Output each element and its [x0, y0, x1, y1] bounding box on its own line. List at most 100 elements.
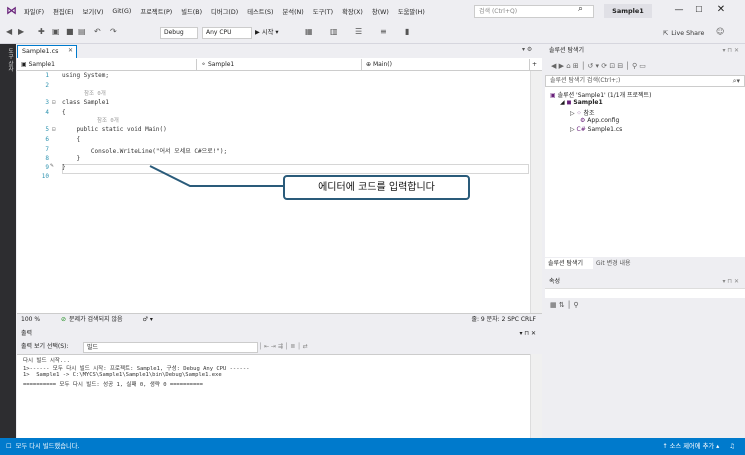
issues-status[interactable]: 문제가 검색되지 않음: [69, 314, 123, 325]
method-reference-count[interactable]: 참조 0개: [97, 116, 119, 124]
forward-icon[interactable]: ▶: [18, 27, 24, 36]
comment-icon[interactable]: ≡: [380, 27, 387, 36]
code-line[interactable]: public static void Main(): [62, 126, 166, 133]
se-toolbar-icons[interactable]: ◀ ▶ ⌂ ⊞ │ ↺ ▾ ⟳ ⊡ ⊟ │ ⚲ ▭: [551, 62, 646, 70]
search-icon[interactable]: ⌕: [578, 4, 590, 17]
platform-select[interactable]: Any CPU: [202, 27, 252, 39]
collapse-class-icon[interactable]: ⊟: [52, 99, 56, 106]
format-icon[interactable]: ☰: [355, 27, 362, 36]
undo-icon[interactable]: ↶: [94, 27, 101, 36]
code-line[interactable]: }: [62, 164, 66, 171]
line-number: 7: [45, 146, 49, 153]
output-toolbar-icons[interactable]: │ ⇤ ⇥ ⇶ │ ≣ │ ⇄: [258, 340, 307, 354]
tree-item[interactable]: ▣ 솔루션 'Sample1' (1/1개 프로젝트): [550, 90, 651, 99]
live-share-icon: ⇱: [663, 29, 669, 37]
properties-controls[interactable]: ▾ ⊓ ✕: [722, 275, 739, 288]
minimize-button[interactable]: —: [672, 3, 686, 17]
menu-item[interactable]: Git(G): [112, 8, 131, 15]
output-line: 1> Sample1 -> C:\MYCS\Sample1\Sample1\bi…: [23, 372, 222, 378]
code-line[interactable]: Console.WriteLine("어서 오세요 C#으로!");: [62, 146, 227, 155]
solution-explorer-header: 솔루션 탐색기 ▾ ⊓ ✕: [545, 44, 745, 57]
split-icon[interactable]: +: [530, 59, 542, 70]
tab-git-changes[interactable]: Git 변경 내용: [596, 258, 666, 269]
menu-item[interactable]: 도구(T): [313, 7, 333, 16]
se-search-icon[interactable]: ⌕▾: [733, 76, 740, 86]
configuration-select[interactable]: Debug: [160, 27, 198, 39]
tree-item[interactable]: ▷ C# Sample1.cs: [570, 126, 622, 133]
step-icon[interactable]: ▥: [330, 27, 338, 36]
output-panel-header: 출력 ▾ ⊓ ✕: [17, 327, 542, 340]
feedback-icon[interactable]: ☺: [716, 27, 724, 36]
git-icon[interactable]: ♂ ▾: [143, 314, 153, 325]
document-tab-bar: [17, 44, 542, 58]
menu-item[interactable]: 편집(E): [53, 7, 73, 16]
collapse-method-icon[interactable]: ⊟: [52, 126, 56, 133]
save-icon[interactable]: ■: [66, 27, 74, 36]
tab-solution-explorer[interactable]: 솔루션 탐색기: [545, 258, 593, 269]
menu-items: 파일(F) 편집(E) 보기(V) Git(G) 프로젝트(P) 빌드(B) 디버그(D) 테…: [24, 0, 425, 22]
start-debug-button[interactable]: ▶ 시작 ▾: [255, 26, 295, 40]
solution-explorer-search-input[interactable]: 솔루션 탐색기 검색(Ctrl+;) ⌕▾: [545, 75, 745, 87]
output-panel-controls[interactable]: ▾ ⊓ ✕: [519, 327, 536, 340]
save-all-icon[interactable]: ▤: [78, 27, 86, 36]
line-number: 9: [45, 164, 49, 171]
tree-item[interactable]: ◢ ◼ Sample1: [560, 99, 603, 106]
tree-item-label: Sample1: [573, 99, 603, 106]
callout-label: 에디터에 코드를 입력합니다: [283, 175, 470, 200]
current-line-highlight: [62, 164, 529, 174]
open-icon[interactable]: ▣: [52, 27, 60, 36]
no-issues-icon: ⊘: [61, 316, 67, 323]
solution-explorer-toolbar: ◀ ▶ ⌂ ⊞ │ ↺ ▾ ⟳ ⊡ ⊟ │ ⚲ ▭: [545, 57, 745, 74]
menu-item[interactable]: 테스트(S): [247, 7, 273, 16]
live-share-button[interactable]: ⇱ Live Share: [663, 27, 709, 39]
class-reference-count[interactable]: 참조 0개: [84, 89, 106, 97]
menu-item[interactable]: 분석(N): [283, 7, 304, 16]
menu-item[interactable]: 프로젝트(P): [140, 7, 172, 16]
menu-item[interactable]: 도움말(H): [398, 7, 425, 16]
editor-vertical-scrollbar[interactable]: [530, 71, 542, 313]
search-input[interactable]: 검색 (Ctrl+Q): [474, 5, 594, 18]
properties-object-select[interactable]: [545, 288, 745, 298]
bookmark-icon[interactable]: ▮: [405, 27, 409, 36]
close-button[interactable]: ✕: [714, 3, 728, 17]
tree-item[interactable]: ▷ ⁘ 참조: [570, 108, 595, 117]
code-line[interactable]: }: [62, 155, 80, 162]
project-nav-select[interactable]: ▣ Sample1: [17, 59, 197, 70]
menu-item[interactable]: 보기(V): [83, 7, 104, 16]
se-search-placeholder: 솔루션 탐색기 검색(Ctrl+;): [550, 77, 621, 84]
debug-tools-icon[interactable]: ▦: [305, 27, 313, 36]
menu-item[interactable]: 디버그(D): [211, 7, 238, 16]
live-share-label: Live Share: [671, 29, 705, 37]
code-line[interactable]: {: [62, 136, 80, 143]
output-source-label: 출력 보기 선택(S):: [21, 343, 69, 350]
zoom-level[interactable]: 100 %: [21, 314, 51, 325]
tree-node-icon: ▣: [550, 92, 558, 99]
tab-overflow-icon[interactable]: ▾ ⚙: [522, 46, 540, 56]
code-line[interactable]: {: [62, 109, 66, 116]
code-line[interactable]: using System;: [62, 72, 109, 79]
new-project-icon[interactable]: ✚: [38, 27, 45, 36]
properties-toolbar-icons[interactable]: ▦ ⇅ │ ⚲: [550, 301, 579, 309]
redo-icon[interactable]: ↷: [110, 27, 117, 36]
menu-item[interactable]: 창(W): [372, 7, 389, 16]
line-number: 4: [45, 109, 49, 116]
notifications-icon[interactable]: ♫: [729, 438, 735, 455]
tab-close-icon[interactable]: ✕: [68, 45, 76, 58]
solution-explorer-controls[interactable]: ▾ ⊓ ✕: [722, 44, 739, 57]
toolbox-tab[interactable]: 도구 상자: [2, 48, 14, 108]
class-nav-select[interactable]: ⚬ Sample1: [197, 59, 362, 70]
output-source-select[interactable]: 빌드: [83, 342, 258, 353]
add-source-control-button[interactable]: ↑ 소스 제어에 추가 ▴: [662, 438, 719, 455]
edit-pen-icon: ✎: [50, 162, 54, 169]
method-icon: ⊕: [366, 61, 373, 68]
back-icon[interactable]: ◀: [6, 27, 12, 36]
maximize-button[interactable]: ☐: [692, 3, 706, 17]
menu-item[interactable]: 확장(X): [342, 7, 363, 16]
menu-item[interactable]: 빌드(B): [181, 7, 202, 16]
tree-item[interactable]: ⚙ App.config: [580, 117, 619, 124]
menu-item[interactable]: 파일(F): [24, 7, 44, 16]
member-nav-select[interactable]: ⊕ Main(): [362, 59, 530, 70]
code-line[interactable]: class Sample1: [62, 99, 109, 106]
line-number: 3: [45, 99, 49, 106]
output-vertical-scrollbar[interactable]: [530, 354, 542, 438]
